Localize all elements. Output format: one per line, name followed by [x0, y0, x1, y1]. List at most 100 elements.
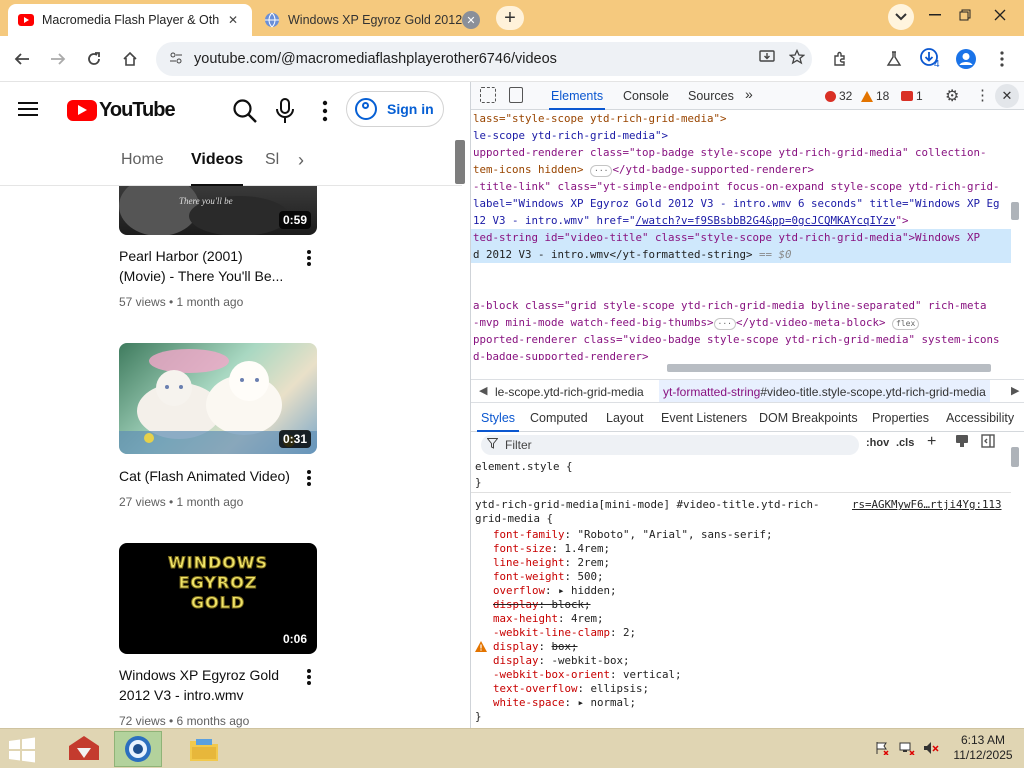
profile-avatar-icon[interactable] — [952, 45, 980, 73]
video-title[interactable]: Cat (Flash Animated Video) — [119, 466, 297, 486]
extensions-icon[interactable] — [826, 45, 854, 73]
video-title[interactable]: Pearl Harbor (2001) (Movie) - There You'… — [119, 246, 289, 286]
issues-count[interactable]: 1 — [901, 89, 923, 103]
styles-pane[interactable]: element.style { } ytd-rich-grid-media[mi… — [471, 460, 1011, 728]
microphone-icon[interactable] — [273, 97, 297, 125]
dom-line-selected[interactable]: d 2012 V3 - intro.wmv</yt-formatted-stri… — [471, 246, 1011, 263]
dom-line[interactable]: tem-icons hidden> ··· </ytd-badge-support… — [473, 161, 814, 178]
home-icon[interactable] — [116, 45, 144, 73]
tab-home[interactable]: Home — [121, 151, 164, 169]
dom-line[interactable]: le-scope ytd-rich-grid-media"> — [473, 127, 668, 144]
dom-line[interactable]: -title-link" class="yt-simple-endpoint f… — [473, 178, 1000, 195]
dom-line[interactable]: upported-renderer class="top-badge style… — [473, 144, 987, 161]
dom-line-selected[interactable]: ted-string id="video-title" class="style… — [471, 229, 1011, 246]
styles-scrollbar[interactable] — [1011, 447, 1019, 467]
subtab-computed[interactable]: Computed — [530, 411, 588, 425]
file-explorer-icon[interactable] — [180, 731, 228, 767]
tab-inactive[interactable]: Windows XP Egyroz Gold 2012 ✕ — [254, 4, 490, 36]
tab-active[interactable]: Macromedia Flash Player & Oth ✕ — [8, 4, 252, 36]
dom-line[interactable]: lass="style-scope ytd-rich-grid-media"> — [473, 110, 727, 127]
subtab-accessibility[interactable]: Accessibility — [946, 411, 1014, 425]
flash-app-icon[interactable] — [60, 731, 108, 767]
sign-in-button[interactable]: Sign in — [346, 91, 444, 127]
devtools-menu-icon[interactable]: ⋮ — [975, 86, 990, 104]
tab-search-icon[interactable] — [888, 4, 914, 30]
subtab-properties[interactable]: Properties — [872, 411, 929, 425]
dom-horizontal-scrollbar[interactable] — [471, 361, 1011, 375]
tab-sources[interactable]: Sources — [688, 89, 734, 103]
inspect-element-icon[interactable] — [480, 87, 496, 103]
rule-source-link[interactable]: rs=AGKMywF6…rtji4Yg:113 — [852, 498, 1002, 511]
tab-console[interactable]: Console — [623, 89, 669, 103]
chevron-right-icon[interactable]: › — [298, 150, 304, 171]
crumb-left-icon[interactable]: ◀ — [479, 384, 487, 397]
dom-line[interactable]: -mvp mini-mode watch-feed-big-thumbs> ···… — [473, 314, 920, 331]
network-icon[interactable] — [899, 741, 915, 758]
labs-flask-icon[interactable] — [880, 45, 908, 73]
dom-line[interactable]: pported-renderer class="video-badge styl… — [473, 331, 1000, 348]
css-property[interactable]: white-space: ▸ normal; — [493, 696, 636, 710]
tab-close-icon[interactable]: ✕ — [462, 11, 480, 29]
action-center-flag-icon[interactable] — [875, 741, 889, 758]
video-menu-icon[interactable] — [300, 468, 318, 490]
css-property[interactable]: -webkit-line-clamp: 2; — [493, 626, 636, 640]
color-format-icon[interactable] — [955, 434, 969, 451]
more-tabs-icon[interactable]: » — [745, 86, 753, 102]
breadcrumb-item[interactable]: le-scope.ytd-rich-grid-media — [495, 385, 644, 399]
windows-start-icon[interactable] — [8, 737, 36, 763]
hover-state-button[interactable]: :hov — [866, 437, 889, 449]
hamburger-menu-icon[interactable] — [16, 98, 40, 122]
css-property[interactable]: line-height: 2rem; — [493, 556, 610, 570]
tab-videos[interactable]: Videos — [191, 151, 244, 186]
page-scrollbar[interactable] — [455, 140, 465, 184]
dom-line[interactable]: d-badge-supported-renderer> — [473, 348, 649, 360]
video-menu-icon[interactable] — [300, 248, 318, 270]
new-rule-plus-icon[interactable]: + — [927, 433, 936, 451]
device-toolbar-icon[interactable] — [509, 87, 523, 103]
class-toggle-button[interactable]: .cls — [896, 437, 914, 449]
close-window-icon[interactable] — [980, 0, 1020, 30]
css-property[interactable]: overflow: ▸ hidden; — [493, 584, 617, 598]
back-arrow-icon[interactable] — [8, 45, 36, 73]
tab-close-icon[interactable]: ✕ — [224, 11, 242, 29]
dom-line[interactable]: 12 V3 - intro.wmv" href="/watch?v=f9SBsb… — [473, 212, 909, 229]
subtab-layout[interactable]: Layout — [606, 411, 644, 425]
downloads-icon[interactable]: 4 — [916, 45, 944, 73]
dom-scrollbar[interactable] — [1011, 202, 1019, 220]
install-app-icon[interactable] — [752, 50, 782, 68]
restore-icon[interactable] — [950, 0, 980, 30]
css-property[interactable]: max-height: 4rem; — [493, 612, 604, 626]
css-property[interactable]: font-family: "Roboto", "Arial", sans-ser… — [493, 528, 773, 542]
url-text[interactable]: youtube.com/@macromediaflashplayerother6… — [194, 51, 752, 67]
minimize-icon[interactable] — [920, 0, 950, 30]
address-bar[interactable]: youtube.com/@macromediaflashplayerother6… — [156, 42, 812, 76]
subtab-styles[interactable]: Styles — [476, 411, 520, 432]
css-property-invalid[interactable]: display: box; — [493, 640, 578, 654]
settings-gear-icon[interactable]: ⚙ — [945, 86, 959, 106]
breadcrumb-item-active[interactable]: yt-formatted-string#video-title.style-sc… — [659, 380, 990, 402]
site-info-icon[interactable] — [162, 51, 190, 67]
close-devtools-icon[interactable]: ✕ — [995, 84, 1019, 108]
crumb-right-icon[interactable]: ▶ — [1011, 384, 1019, 397]
tab-shorts[interactable]: Sl — [265, 151, 279, 169]
volume-muted-icon[interactable] — [923, 741, 939, 758]
dom-tree[interactable]: lass="style-scope ytd-rich-grid-media"> … — [471, 110, 1011, 360]
video-menu-icon[interactable] — [300, 667, 318, 689]
toggle-sidebar-icon[interactable] — [981, 434, 995, 451]
warning-count[interactable]: 18 — [861, 89, 889, 103]
video-thumbnail[interactable]: 0:31 — [119, 343, 317, 454]
video-title[interactable]: Windows XP Egyroz Gold 2012 V3 - intro.w… — [119, 665, 289, 705]
css-property[interactable]: font-size: 1.4rem; — [493, 542, 610, 556]
css-property[interactable]: display: -webkit-box; — [493, 654, 630, 668]
youtube-logo[interactable]: YouTube — [67, 99, 176, 122]
video-thumbnail[interactable]: There you'll be 0:59 — [119, 186, 317, 235]
system-clock[interactable]: 6:13 AM 11/12/2025 — [948, 733, 1018, 763]
bookmark-star-icon[interactable] — [782, 48, 812, 69]
chrome-menu-icon[interactable] — [988, 45, 1016, 73]
reload-icon[interactable] — [80, 45, 108, 73]
search-icon[interactable] — [232, 98, 258, 124]
tab-elements[interactable]: Elements — [548, 89, 606, 110]
browser-taskbar-icon[interactable] — [114, 731, 162, 767]
video-thumbnail[interactable]: WINDOWS EGYROZ GOLD 0:06 — [119, 543, 317, 654]
forward-arrow-icon[interactable] — [44, 45, 72, 73]
